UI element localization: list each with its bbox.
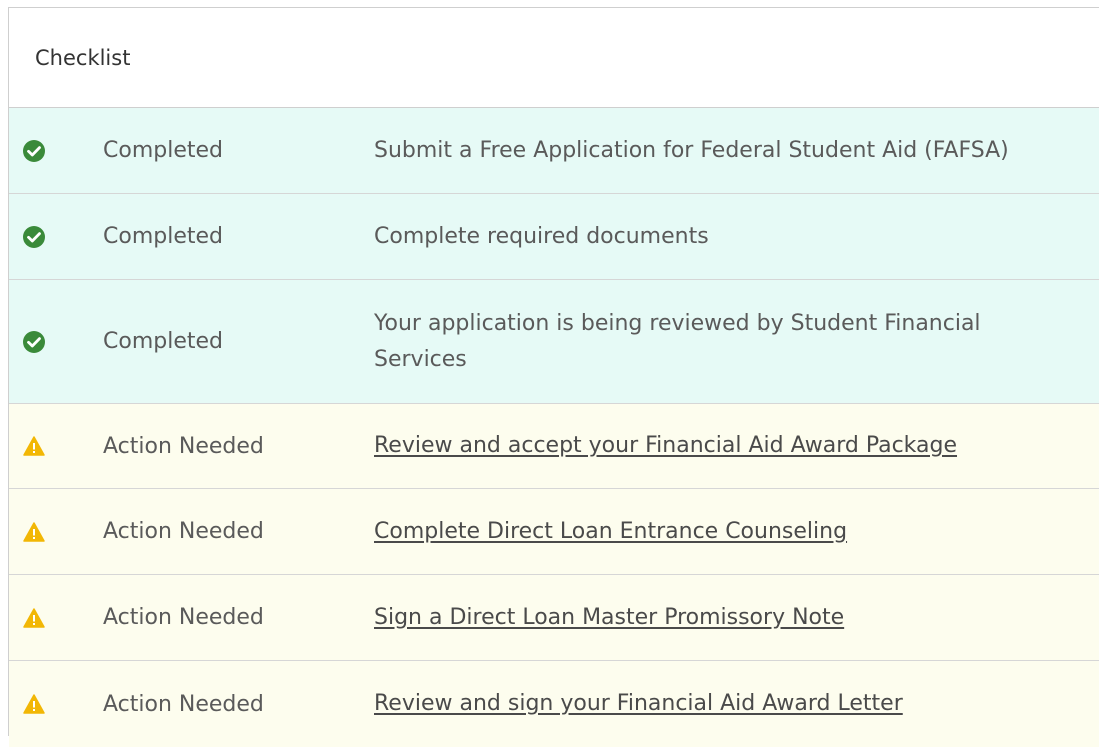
status-label: Completed xyxy=(103,224,223,249)
promissory-note-link[interactable]: Sign a Direct Loan Master Promissory Not… xyxy=(374,605,844,630)
check-circle-icon xyxy=(23,139,45,162)
status-label: Action Needed xyxy=(103,605,264,630)
award-letter-link[interactable]: Review and sign your Financial Aid Award… xyxy=(374,691,903,716)
checklist-title: Checklist xyxy=(35,45,131,70)
checklist-row-entrance-counseling: Action Needed Complete Direct Loan Entra… xyxy=(9,489,1099,575)
award-package-link[interactable]: Review and accept your Financial Aid Awa… xyxy=(374,433,957,458)
status-label: Completed xyxy=(103,329,223,354)
status-label: Action Needed xyxy=(103,691,264,717)
warning-icon xyxy=(23,694,45,714)
task-text-application-review: Your application is being reviewed by St… xyxy=(374,310,981,372)
task-text-required-documents: Complete required documents xyxy=(374,223,709,249)
checklist-row-award-package: Action Needed Review and accept your Fin… xyxy=(9,404,1099,489)
checklist-header: Checklist xyxy=(9,8,1099,108)
checklist-panel: Checklist Completed Submit a Free Applic… xyxy=(8,7,1099,747)
status-label: Action Needed xyxy=(103,433,264,459)
checklist-row-application-review: Completed Your application is being revi… xyxy=(9,280,1099,404)
warning-icon xyxy=(23,521,45,542)
task-text-fafsa: Submit a Free Application for Federal St… xyxy=(374,137,1009,163)
checklist-row-required-documents: Completed Complete required documents xyxy=(9,194,1099,280)
warning-icon xyxy=(23,607,45,628)
checklist-row-award-letter: Action Needed Review and sign your Finan… xyxy=(9,661,1099,747)
checklist-row-promissory-note: Action Needed Sign a Direct Loan Master … xyxy=(9,575,1099,661)
entrance-counseling-link[interactable]: Complete Direct Loan Entrance Counseling xyxy=(374,519,847,544)
status-label: Completed xyxy=(103,138,223,163)
checklist-row-fafsa: Completed Submit a Free Application for … xyxy=(9,108,1099,194)
check-circle-icon xyxy=(23,225,45,248)
check-circle-icon xyxy=(23,330,45,353)
status-label: Action Needed xyxy=(103,519,264,544)
warning-icon xyxy=(23,436,45,456)
